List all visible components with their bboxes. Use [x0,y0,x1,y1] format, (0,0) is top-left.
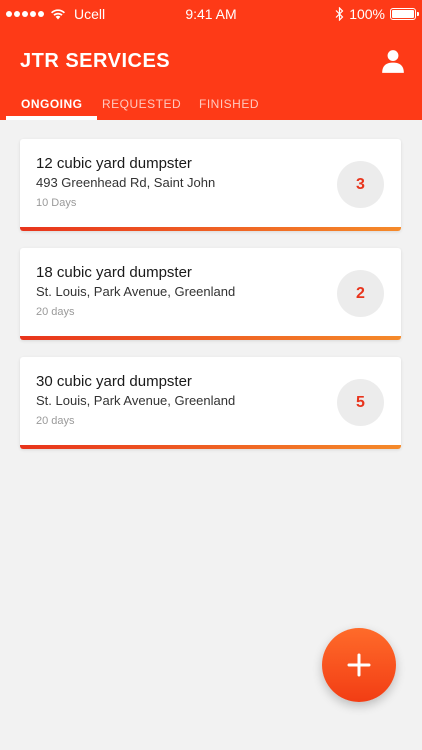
profile-icon[interactable] [380,48,406,74]
app-screen: Ucell 9:41 AM 100% JTR SERVICES ONGOING … [0,0,422,750]
tab-bar: ONGOING REQUESTED FINISHED [0,92,422,120]
order-duration: 20 days [36,415,75,427]
app-header: Ucell 9:41 AM 100% JTR SERVICES ONGOING … [0,0,422,120]
battery-icon [390,8,419,20]
card-accent-bar [20,445,401,449]
order-address: St. Louis, Park Avenue, Greenland [36,393,236,408]
order-duration: 20 days [36,306,75,318]
battery-percent: 100% [349,6,385,22]
order-count-badge: 5 [337,379,384,426]
order-count-badge: 2 [337,270,384,317]
add-order-button[interactable] [322,628,396,702]
order-card[interactable]: 12 cubic yard dumpster 493 Greenhead Rd,… [20,139,401,231]
bluetooth-icon [335,7,344,21]
tab-finished[interactable]: FINISHED [199,97,259,111]
order-title: 30 cubic yard dumpster [36,373,192,390]
active-tab-indicator [6,116,97,120]
order-duration: 10 Days [36,197,77,209]
plus-icon [347,653,371,677]
order-card[interactable]: 18 cubic yard dumpster St. Louis, Park A… [20,248,401,340]
app-title: JTR SERVICES [20,50,171,72]
status-right: 100% [335,6,419,22]
order-title: 18 cubic yard dumpster [36,264,192,281]
order-title: 12 cubic yard dumpster [36,155,192,172]
order-count-badge: 3 [337,161,384,208]
order-address: St. Louis, Park Avenue, Greenland [36,284,236,299]
tab-ongoing[interactable]: ONGOING [21,97,83,111]
order-address: 493 Greenhead Rd, Saint John [36,175,216,190]
status-bar: Ucell 9:41 AM 100% [0,0,422,30]
card-accent-bar [20,227,401,231]
tab-requested[interactable]: REQUESTED [102,97,181,111]
card-accent-bar [20,336,401,340]
order-card[interactable]: 30 cubic yard dumpster St. Louis, Park A… [20,357,401,449]
